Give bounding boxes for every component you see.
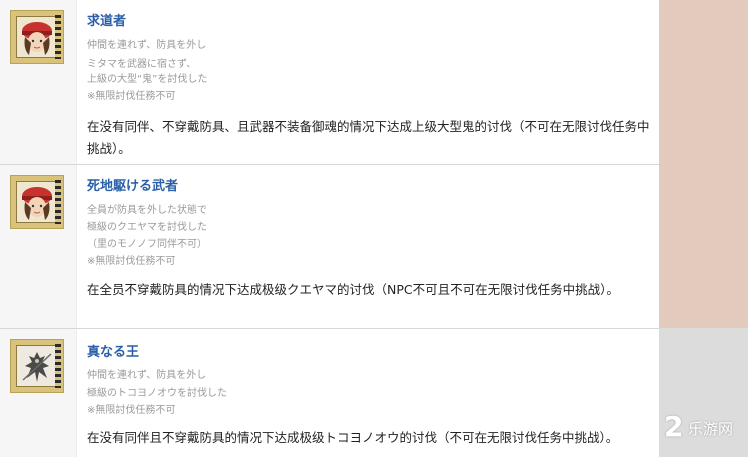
achievement-description: 在没有同伴、不穿戴防具、且武器不装备御魂的情况下达成上级大型鬼的讨伐（不可在无限… (87, 119, 650, 156)
demon-king-silhouette-portrait-icon (10, 339, 64, 393)
achievement-description: 在全员不穿戴防具的情况下达成极级クエヤマ的讨伐（NPC不可且不可在无限讨伐任务中… (87, 282, 619, 297)
condition-line: 仲間を連れず、防具を外し (87, 370, 207, 381)
site-watermark: 2 乐游网 (664, 408, 744, 448)
watermark-logo-mark: 2 (664, 410, 684, 443)
achievement-title: 真なる王 (87, 345, 140, 360)
list-item: 真なる王 仲間を連れず、防具を外し 極級のトコヨノオウを討伐した ※無限討伐任務… (0, 329, 659, 457)
list-item: 死地駆ける武者 全員が防具を外した状態で 極級のクエヤマを討伐した （里のモノノ… (0, 165, 659, 328)
list-item: 求道者 仲間を連れず、防具を外し ミタマを武器に宿さず、 上級の大型“鬼”を討伐… (0, 0, 659, 164)
condition-line: 仲間を連れず、防具を外し (87, 40, 207, 51)
condition-note: ※無限討伐任務不可 (87, 91, 176, 102)
achievement-title: 求道者 (87, 14, 127, 29)
achievement-description: 在没有同伴且不穿戴防具的情况下达成极级トコヨノオウ的讨伐（不可在无限讨伐任务中挑… (87, 430, 619, 445)
watermark-text: 乐游网 (688, 420, 734, 438)
condition-note: ※無限討伐任務不可 (87, 405, 176, 416)
masked-warrior-red-hat-portrait-icon (10, 175, 64, 229)
achievement-title: 死地駆ける武者 (87, 179, 179, 194)
masked-warrior-red-hat-portrait-icon (10, 10, 64, 64)
condition-note: ※無限討伐任務不可 (87, 256, 176, 267)
